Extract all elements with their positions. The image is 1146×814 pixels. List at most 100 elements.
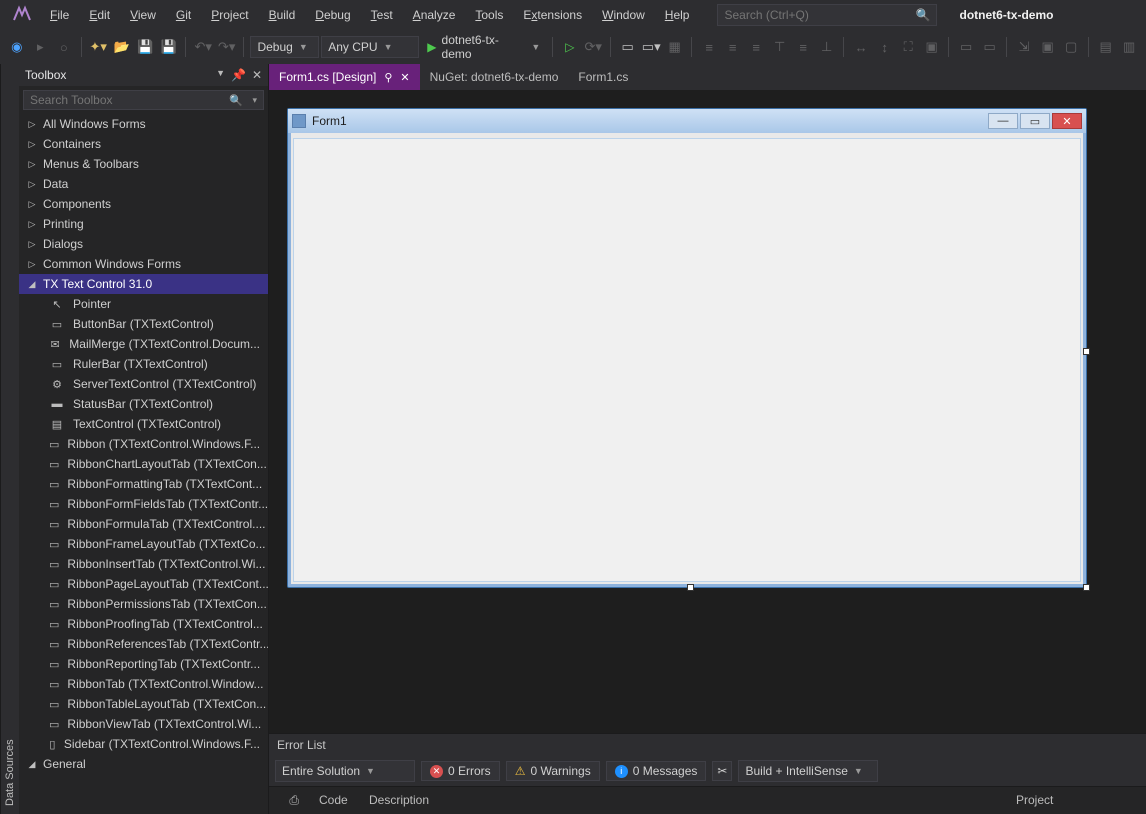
build-filter-icon-button[interactable]: ✂ (712, 761, 732, 781)
toolbox-item[interactable]: ▭RibbonReferencesTab (TXTextContr... (19, 634, 268, 654)
align-left-icon[interactable]: ≡ (698, 36, 720, 58)
toolbox-item[interactable]: ▬StatusBar (TXTextControl) (19, 394, 268, 414)
column-project[interactable]: Project (1006, 791, 1146, 810)
toolbox-group[interactable]: ▷Data (19, 174, 268, 194)
column-dropdown-icon[interactable]: ⎙ (269, 791, 309, 810)
toolbox-item[interactable]: ▭RibbonFrameLayoutTab (TXTextCo... (19, 534, 268, 554)
toolbox-group[interactable]: ▷Components (19, 194, 268, 214)
toolbox-group[interactable]: ◢General (19, 754, 268, 774)
bring-front-icon[interactable]: ▣ (1037, 36, 1059, 58)
document-tab[interactable]: NuGet: dotnet6-tx-demo (420, 64, 569, 90)
redo-icon[interactable]: ↷▾ (216, 36, 238, 58)
messages-filter-button[interactable]: i 0 Messages (606, 761, 707, 781)
toolbox-group[interactable]: ▷Containers (19, 134, 268, 154)
resize-handle-right[interactable] (1083, 348, 1090, 355)
toolbox-item[interactable]: ✉MailMerge (TXTextControl.Docum... (19, 334, 268, 354)
close-tab-icon[interactable]: ✕ (400, 71, 409, 84)
toolbox-group[interactable]: ▷Common Windows Forms (19, 254, 268, 274)
toolbox-group[interactable]: ▷Menus & Toolbars (19, 154, 268, 174)
misc-tool-icon[interactable]: ▤ (1095, 36, 1117, 58)
toolbox-item[interactable]: ▭RibbonFormattingTab (TXTextCont... (19, 474, 268, 494)
toolbox-item[interactable]: ▭RulerBar (TXTextControl) (19, 354, 268, 374)
document-tab[interactable]: Form1.cs (568, 64, 638, 90)
toolbox-group[interactable]: ▷Printing (19, 214, 268, 234)
align-top-icon[interactable]: ⊤ (769, 36, 791, 58)
toolbox-item[interactable]: ▭RibbonChartLayoutTab (TXTextCon... (19, 454, 268, 474)
toolbox-group[interactable]: ◢TX Text Control 31.0 (19, 274, 268, 294)
toolbox-item[interactable]: ▭RibbonTab (TXTextControl.Window... (19, 674, 268, 694)
app-logo[interactable] (10, 3, 34, 27)
toolbox-group[interactable]: ▷Dialogs (19, 234, 268, 254)
menu-tools[interactable]: Tools (465, 3, 513, 27)
menu-project[interactable]: Project (201, 3, 258, 27)
toolbox-item[interactable]: ▭RibbonViewTab (TXTextControl.Wi... (19, 714, 268, 734)
start-debug-button[interactable]: ▶ dotnet6-tx-demo ▼ (421, 36, 546, 58)
back-nav-icon[interactable]: ◉ (6, 36, 28, 58)
open-icon[interactable]: 📂 (111, 36, 133, 58)
pin-icon[interactable]: ⚲ (384, 71, 392, 84)
platform-dropdown[interactable]: Any CPU ▼ (321, 36, 419, 58)
toolbox-item[interactable]: ▭RibbonFormFieldsTab (TXTextContr... (19, 494, 268, 514)
start-without-debug-button[interactable]: ▷ (559, 36, 580, 58)
order-tool-icon[interactable]: ▭ (955, 36, 977, 58)
menu-edit[interactable]: Edit (79, 3, 120, 27)
save-icon[interactable]: 💾 (134, 36, 156, 58)
tab-order-icon[interactable]: ⇲ (1013, 36, 1035, 58)
layout-tool-icon[interactable]: ▭▾ (640, 36, 662, 58)
undo-icon[interactable]: ↶▾ (192, 36, 214, 58)
align-bottom-icon[interactable]: ⊥ (816, 36, 838, 58)
designer-surface[interactable]: Form1 — ▭ ✕ (269, 90, 1146, 733)
toolbox-search-box[interactable]: 🔍 ▾ (23, 90, 264, 110)
close-button[interactable]: ✕ (1052, 113, 1082, 129)
toolbox-search-input[interactable] (30, 93, 257, 107)
maximize-button[interactable]: ▭ (1020, 113, 1050, 129)
pin-icon[interactable]: 📌 (231, 68, 246, 82)
close-icon[interactable]: ✕ (252, 68, 262, 82)
global-search-input[interactable] (724, 8, 930, 22)
menu-build[interactable]: Build (259, 3, 306, 27)
toolbox-item[interactable]: ▭RibbonTableLayoutTab (TXTextCon... (19, 694, 268, 714)
toolbox-group[interactable]: ▷All Windows Forms (19, 114, 268, 134)
side-tab-data-sources[interactable]: Data Sources (0, 64, 19, 814)
toolbox-item[interactable]: ▭RibbonInsertTab (TXTextControl.Wi... (19, 554, 268, 574)
toolbox-item[interactable]: ▭RibbonFormulaTab (TXTextControl.... (19, 514, 268, 534)
column-code[interactable]: Code (309, 791, 359, 810)
configuration-dropdown[interactable]: Debug ▼ (250, 36, 319, 58)
hot-reload-icon[interactable]: ⟳▾ (582, 36, 604, 58)
send-back-icon[interactable]: ▢ (1060, 36, 1082, 58)
menu-file[interactable]: File (40, 3, 79, 27)
menu-view[interactable]: View (120, 3, 166, 27)
menu-test[interactable]: Test (361, 3, 403, 27)
misc-tool-icon[interactable]: ▥ (1118, 36, 1140, 58)
spacing-v-icon[interactable]: ↕ (874, 36, 896, 58)
error-scope-dropdown[interactable]: Entire Solution ▼ (275, 760, 415, 782)
form-window[interactable]: Form1 — ▭ ✕ (287, 108, 1087, 588)
save-all-icon[interactable]: 💾 (158, 36, 180, 58)
dropdown-caret-icon[interactable]: ▼ (216, 68, 225, 82)
menu-window[interactable]: Window (592, 3, 655, 27)
resize-handle-corner[interactable] (1083, 584, 1090, 591)
size-tool-icon[interactable]: ▣ (921, 36, 943, 58)
minimize-button[interactable]: — (988, 113, 1018, 129)
toolbox-item[interactable]: ▯Sidebar (TXTextControl.Windows.F... (19, 734, 268, 754)
toolbox-item[interactable]: ▭RibbonPageLayoutTab (TXTextCont... (19, 574, 268, 594)
align-middle-icon[interactable]: ≡ (792, 36, 814, 58)
warnings-filter-button[interactable]: ⚠ 0 Warnings (506, 761, 600, 781)
toolbox-item[interactable]: ▤TextControl (TXTextControl) (19, 414, 268, 434)
toolbox-item[interactable]: ▭RibbonPermissionsTab (TXTextCon... (19, 594, 268, 614)
recent-nav-icon[interactable]: ○ (53, 36, 75, 58)
size-tool-icon[interactable]: ⛶ (897, 36, 919, 58)
menu-help[interactable]: Help (655, 3, 700, 27)
form-client-area[interactable] (294, 139, 1080, 581)
grid-snap-icon[interactable]: ▦ (664, 36, 686, 58)
document-tab[interactable]: Form1.cs [Design]⚲✕ (269, 64, 420, 90)
toolbox-item[interactable]: ▭RibbonReportingTab (TXTextContr... (19, 654, 268, 674)
layout-tool-icon[interactable]: ▭ (617, 36, 639, 58)
column-description[interactable]: Description (359, 791, 1006, 810)
align-center-icon[interactable]: ≡ (722, 36, 744, 58)
menu-git[interactable]: Git (166, 3, 201, 27)
toolbox-item[interactable]: ⚙ServerTextControl (TXTextControl) (19, 374, 268, 394)
order-tool-icon[interactable]: ▭ (979, 36, 1001, 58)
align-right-icon[interactable]: ≡ (745, 36, 767, 58)
global-search-box[interactable]: 🔍 (717, 4, 937, 26)
